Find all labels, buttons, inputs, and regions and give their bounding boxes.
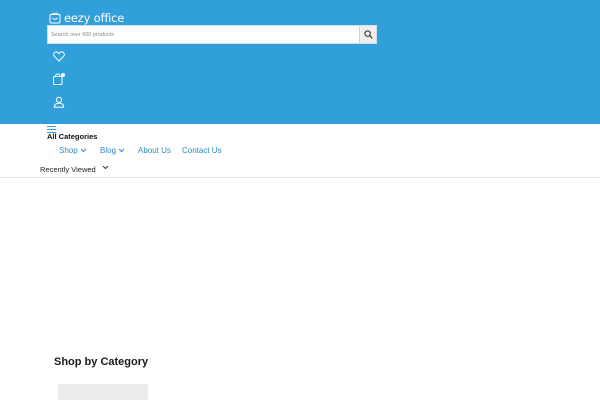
search-input[interactable]: [48, 26, 360, 43]
logo-text: eezy office: [64, 11, 125, 25]
chevron-down-icon: [102, 165, 109, 170]
chevron-down-icon: [118, 148, 125, 153]
category-card-image[interactable]: [58, 384, 148, 400]
search-button[interactable]: [359, 26, 376, 43]
all-categories-label[interactable]: All Categories: [47, 132, 97, 141]
nav-item-about-us[interactable]: About Us: [138, 146, 171, 155]
recently-viewed-toggle[interactable]: Recently Viewed: [40, 165, 109, 174]
account-button[interactable]: [52, 95, 66, 109]
nav-item-label: About Us: [138, 146, 171, 155]
main-nav: Shop Blog About Us Contact Us: [0, 146, 600, 158]
search-bar: [47, 25, 377, 44]
site-header: eezy office: [0, 0, 600, 124]
heart-icon: [53, 50, 65, 62]
search-icon: [363, 30, 373, 39]
header-divider: [0, 177, 600, 178]
nav-item-label: Blog: [100, 146, 117, 155]
shopping-bag-icon: [53, 73, 65, 85]
nav-item-label: Contact Us: [182, 146, 222, 155]
cart-bag-logo-icon: [49, 12, 61, 24]
nav-item-label: Shop: [59, 146, 78, 155]
nav-item-shop[interactable]: Shop: [59, 146, 87, 155]
nav-item-contact-us[interactable]: Contact Us: [182, 146, 222, 155]
shop-by-category-title: Shop by Category: [54, 356, 149, 368]
nav-item-blog[interactable]: Blog: [100, 146, 125, 155]
wishlist-button[interactable]: [52, 49, 66, 63]
site-logo[interactable]: eezy office: [49, 11, 124, 25]
cart-button[interactable]: [52, 72, 66, 86]
user-icon: [53, 96, 65, 108]
recently-viewed-label: Recently Viewed: [40, 165, 96, 174]
chevron-down-icon: [80, 148, 87, 153]
